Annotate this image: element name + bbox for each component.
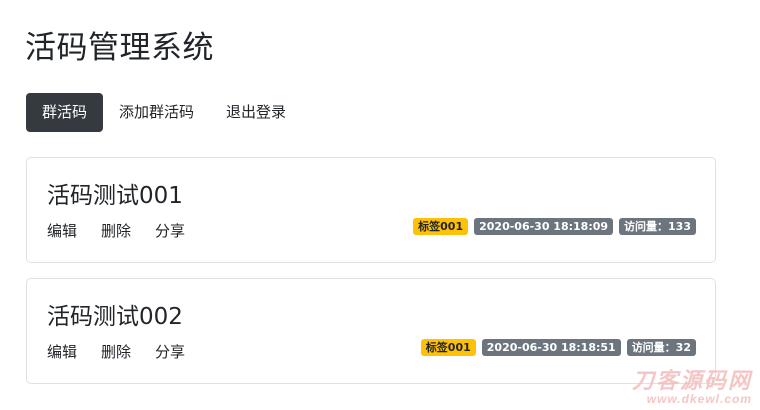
code-card: 活码测试002 编辑 删除 分享 标签001 2020-06-30 18:18:…: [26, 278, 716, 384]
datetime-badge: 2020-06-30 18:18:51: [481, 339, 621, 356]
watermark-url: www.dkewl.com: [646, 392, 752, 406]
card-title: 活码测试001: [47, 183, 183, 209]
tag-badge: 标签001: [413, 218, 469, 235]
views-badge: 访问量：133: [619, 218, 696, 235]
views-badge: 访问量：32: [626, 339, 696, 356]
nav-tabs: 群活码 添加群活码 退出登录: [26, 93, 302, 132]
edit-link[interactable]: 编辑: [47, 220, 77, 241]
card-title: 活码测试002: [47, 304, 183, 330]
tab-group-codes[interactable]: 群活码: [26, 93, 104, 132]
watermark-title: 刀客源码网: [631, 368, 752, 393]
tab-add-group-code[interactable]: 添加群活码: [103, 93, 210, 132]
card-actions: 编辑 删除 分享: [47, 220, 209, 241]
watermark: 刀客源码网 www.dkewl.com: [631, 368, 752, 407]
card-badges: 标签001 2020-06-30 18:18:09 访问量：133: [407, 218, 696, 235]
tag-badge: 标签001: [420, 339, 476, 356]
share-link[interactable]: 分享: [155, 220, 185, 241]
delete-link[interactable]: 删除: [101, 220, 131, 241]
delete-link[interactable]: 删除: [101, 341, 131, 362]
card-actions: 编辑 删除 分享: [47, 341, 209, 362]
datetime-badge: 2020-06-30 18:18:09: [474, 218, 614, 235]
share-link[interactable]: 分享: [155, 341, 185, 362]
page-title: 活码管理系统: [25, 30, 214, 66]
card-badges: 标签001 2020-06-30 18:18:51 访问量：32: [415, 339, 696, 356]
code-card: 活码测试001 编辑 删除 分享 标签001 2020-06-30 18:18:…: [26, 157, 716, 263]
edit-link[interactable]: 编辑: [47, 341, 77, 362]
tab-logout[interactable]: 退出登录: [210, 93, 302, 132]
